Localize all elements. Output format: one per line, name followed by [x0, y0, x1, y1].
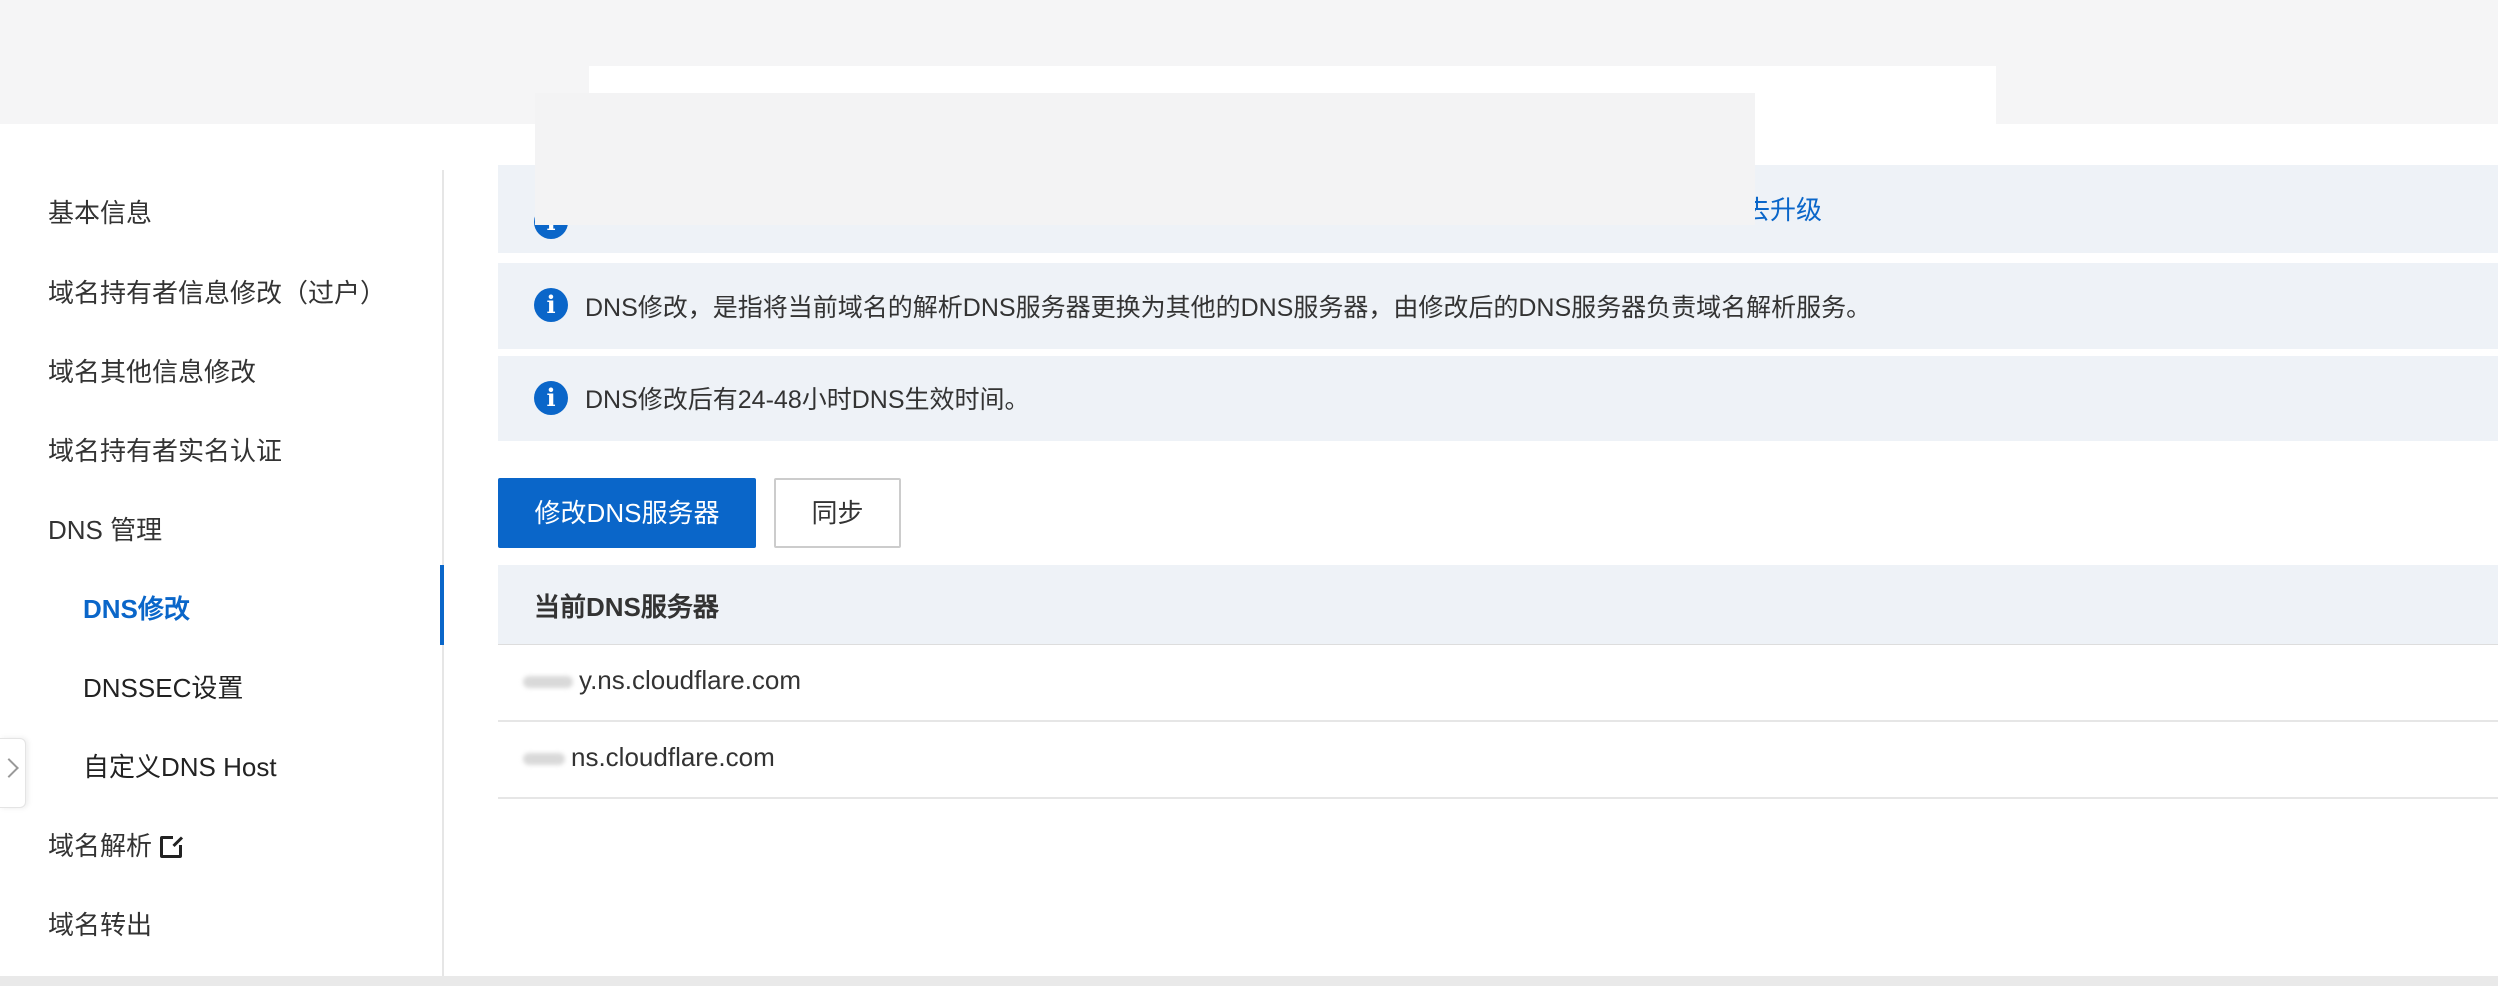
bottom-scroll-bar: [0, 976, 2498, 986]
dns-server-cell: ns.cloudflare.com: [523, 742, 775, 773]
redacted-area: [535, 93, 1755, 225]
redacted-text: [523, 753, 565, 766]
alert-text: DNS修改后有24-48小时DNS生效时间。: [585, 386, 1030, 414]
sidebar: 基本信息 域名持有者信息修改（过户） 域名其他信息修改 域名持有者实名认证 DN…: [0, 170, 444, 976]
sidebar-item-dns-management[interactable]: DNS 管理: [48, 510, 162, 550]
sync-button[interactable]: 同步: [774, 478, 901, 548]
page-root: 基本信息 域名持有者信息修改（过户） 域名其他信息修改 域名持有者实名认证 DN…: [0, 0, 2498, 986]
table-row: ns.cloudflare.com: [498, 722, 2498, 799]
active-indicator: [440, 565, 444, 645]
chevron-right-icon: [0, 758, 19, 778]
sidebar-item-other-info[interactable]: 域名其他信息修改: [48, 352, 256, 392]
sidebar-item-dns-modify[interactable]: DNS修改: [83, 589, 190, 629]
redacted-text: [523, 676, 573, 689]
info-icon: i: [534, 288, 568, 322]
dns-effective-alert: i DNS修改后有24-48小时DNS生效时间。: [498, 356, 2498, 441]
sidebar-item-label: 域名解析: [48, 831, 153, 861]
sidebar-item-custom-dns-host[interactable]: 自定义DNS Host: [83, 747, 277, 787]
dns-change-alert: i DNS修改，是指将当前域名的解析DNS服务器更换为其他的DNS服务器，由修改…: [498, 263, 2498, 349]
modify-dns-button[interactable]: 修改DNS服务器: [498, 478, 756, 548]
external-link-icon: [160, 833, 186, 858]
sidebar-item-dns-resolve[interactable]: 域名解析: [48, 826, 186, 866]
dns-server-cell: y.ns.cloudflare.com: [523, 665, 801, 696]
sidebar-item-owner-transfer[interactable]: 域名持有者信息修改（过户）: [48, 273, 386, 313]
upgrade-link[interactable]: 去升级: [1744, 190, 1822, 227]
sidebar-collapse-toggle[interactable]: [0, 738, 26, 808]
sidebar-item-basic-info[interactable]: 基本信息: [48, 193, 152, 233]
sidebar-item-transfer-out[interactable]: 域名转出: [48, 905, 152, 945]
sidebar-item-realname[interactable]: 域名持有者实名认证: [48, 431, 282, 471]
table-row: y.ns.cloudflare.com: [498, 645, 2498, 722]
dns-server-value: y.ns.cloudflare.com: [579, 665, 802, 695]
dns-server-table: 当前DNS服务器 y.ns.cloudflare.com ns.cloudfla…: [498, 565, 2498, 799]
dns-server-value: ns.cloudflare.com: [571, 742, 775, 772]
redacted-area: [0, 124, 535, 170]
column-header: 当前DNS服务器: [534, 592, 719, 622]
alert-text: DNS修改，是指将当前域名的解析DNS服务器更换为其他的DNS服务器，由修改后的…: [585, 294, 1872, 322]
info-icon: i: [534, 381, 568, 415]
sidebar-item-dnssec[interactable]: DNSSEC设置: [83, 668, 243, 708]
table-header: 当前DNS服务器: [498, 565, 2498, 645]
